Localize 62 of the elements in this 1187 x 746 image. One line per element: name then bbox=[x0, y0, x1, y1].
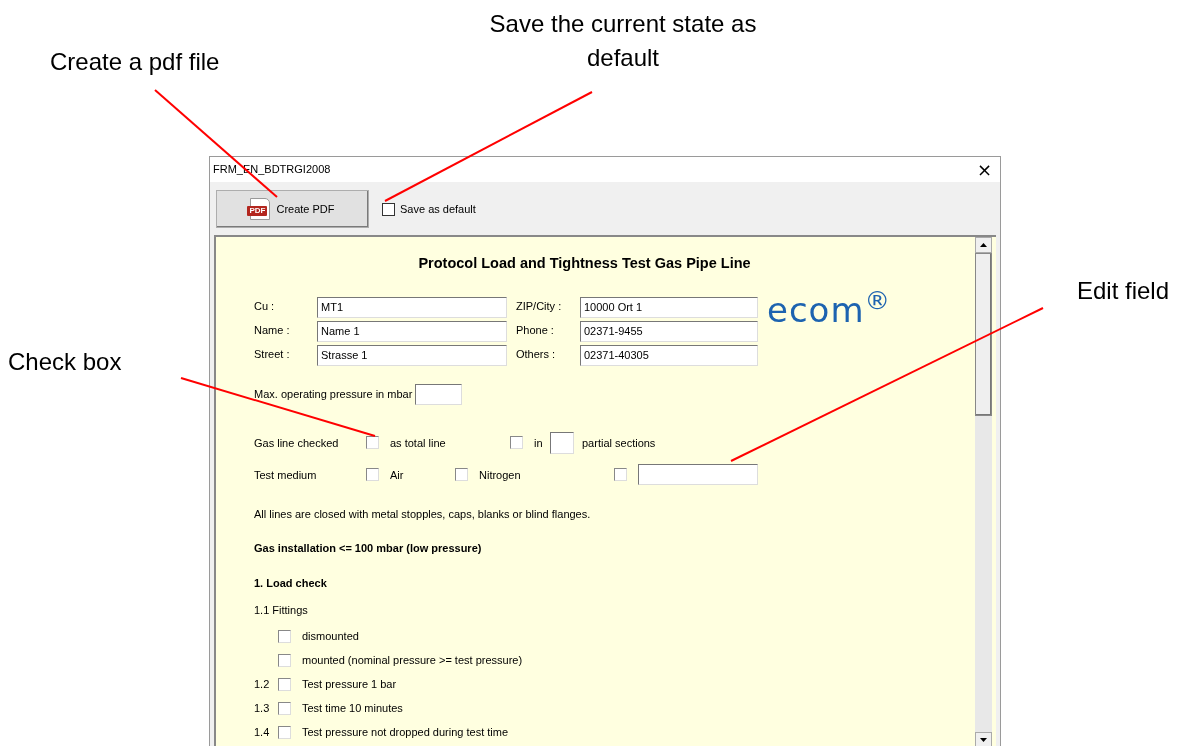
checkbox-label: dismounted bbox=[302, 629, 359, 644]
note-text: All lines are closed with metal stopples, caps, blanks or blind flanges. bbox=[254, 506, 592, 522]
checkbox[interactable] bbox=[278, 677, 291, 691]
field-label: ZIP/City : bbox=[515, 298, 563, 314]
checkbox-label: Test pressure 1 bar bbox=[302, 677, 397, 692]
checkbox-label: Test time 10 minutes bbox=[302, 701, 403, 716]
input-field[interactable] bbox=[550, 431, 574, 454]
checkbox-label: in bbox=[534, 435, 543, 451]
item-number: 1.4 bbox=[254, 725, 271, 740]
up-arrow-icon bbox=[980, 243, 987, 247]
form-title: Protocol Load and Tightness Test Gas Pipe Line bbox=[417, 254, 752, 273]
subsection-label: 1.1 Fittings bbox=[254, 603, 309, 619]
row-label: Test medium bbox=[254, 467, 318, 483]
checkbox[interactable] bbox=[510, 436, 523, 450]
scroll-up-button[interactable] bbox=[975, 237, 992, 253]
section-heading: 1. Load check bbox=[254, 575, 328, 591]
field-label: Phone : bbox=[515, 322, 555, 338]
annotation-text: Edit field bbox=[1077, 276, 1170, 306]
input-field[interactable]: 02371-40305 bbox=[580, 344, 758, 366]
input-field[interactable]: Name 1 bbox=[317, 320, 507, 342]
close-button[interactable]: × bbox=[976, 160, 992, 179]
input-field[interactable] bbox=[415, 383, 463, 405]
checkbox[interactable] bbox=[366, 436, 379, 450]
scroll-thumb[interactable] bbox=[975, 253, 992, 416]
checkbox[interactable] bbox=[278, 653, 291, 667]
field-label: Name : bbox=[254, 322, 291, 338]
checkbox-label: Nitrogen bbox=[479, 467, 521, 483]
item-number: 1.2 bbox=[254, 677, 271, 692]
checkbox-label: as total line bbox=[390, 435, 446, 451]
checkbox[interactable] bbox=[366, 468, 379, 482]
annotation-text: Save the current state as default bbox=[488, 9, 758, 73]
logo: ecom$^{®}$ bbox=[767, 292, 892, 327]
row-text: partial sections bbox=[582, 435, 656, 451]
input-field[interactable]: 02371-9455 bbox=[580, 320, 758, 342]
input-field[interactable]: 10000 Ort 1 bbox=[580, 296, 758, 318]
field-label: Cu : bbox=[254, 298, 276, 314]
field-label: Max. operating pressure in mbar bbox=[254, 387, 413, 402]
row-label: Gas line checked bbox=[254, 435, 340, 451]
create-pdf-button[interactable]: PDF Create PDF bbox=[216, 190, 369, 228]
checkbox[interactable] bbox=[382, 202, 395, 216]
scrollbar[interactable] bbox=[975, 237, 992, 746]
checkbox-label: Test pressure not dropped during test time bbox=[302, 725, 509, 740]
checkbox[interactable] bbox=[278, 629, 291, 643]
pdf-label: PDF bbox=[247, 206, 268, 216]
checkbox-label: mounted (nominal pressure >= test pressure) bbox=[302, 653, 523, 668]
annotation-text: Check box bbox=[8, 347, 122, 377]
input-field[interactable]: Strasse 1 bbox=[317, 344, 507, 366]
checkbox[interactable] bbox=[278, 725, 291, 739]
annotation-text: Create a pdf file bbox=[50, 47, 220, 77]
field-label: Others : bbox=[515, 346, 557, 362]
item-number: 1.3 bbox=[254, 701, 271, 716]
checkbox[interactable] bbox=[278, 701, 291, 715]
section-heading: Gas installation <= 100 mbar (low pressure) bbox=[254, 541, 483, 557]
checkbox[interactable] bbox=[614, 468, 627, 482]
checkbox[interactable] bbox=[455, 468, 468, 482]
checkbox-label: Save as default bbox=[400, 201, 476, 217]
field-label: Street : bbox=[254, 346, 291, 362]
down-arrow-icon bbox=[980, 738, 987, 742]
checkbox-label: Air bbox=[390, 467, 404, 483]
scroll-down-button[interactable] bbox=[975, 732, 992, 746]
input-field[interactable]: MT1 bbox=[317, 296, 507, 318]
input-field[interactable] bbox=[638, 464, 758, 486]
